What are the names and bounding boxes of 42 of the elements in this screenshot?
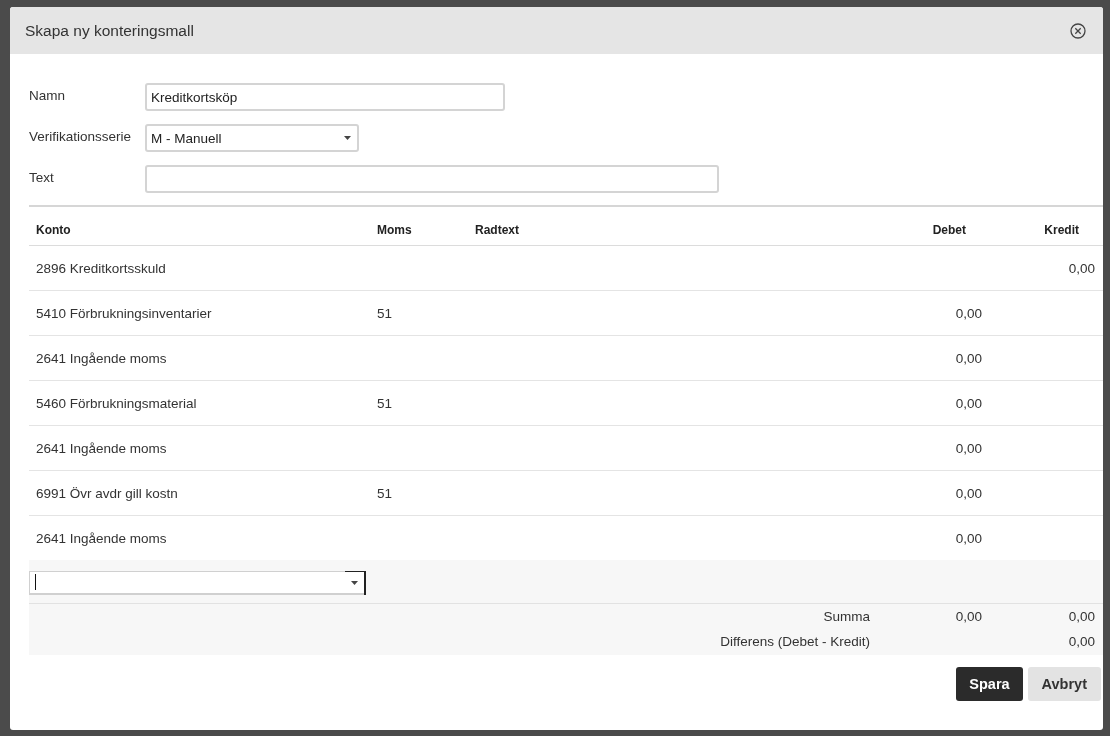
column-header: Kredit [1043,223,1080,237]
summary-label: Differens (Debet - Kredit) [719,634,871,649]
text-cursor-icon [35,574,36,590]
summary-value: 0,00 [954,609,983,624]
save-button[interactable]: Spara [956,667,1023,701]
table-cell-text: 2896 Kreditkortsskuld [35,260,167,276]
close-icon [1070,22,1086,39]
cancel-button[interactable]: Avbryt [1027,667,1101,701]
close-button[interactable] [1070,22,1086,39]
table-cell-text: 51 [376,395,394,411]
table-cell-text: 0,00 [954,440,983,456]
table-cell-text: 5410 Förbrukningsinventarier [35,305,213,321]
table-cell-text: 5460 Förbrukningsmaterial [35,395,198,411]
field-label: Text [29,169,55,185]
column-header: Debet [931,223,967,237]
table-cell-text: 2641 Ingående moms [35,350,168,366]
summary-label: Summa [822,609,871,624]
table-cell-text: 0,00 [954,305,983,321]
column-header: Radtext [474,223,520,237]
table-cell-text: 0,00 [954,350,983,366]
column-header: Moms [376,223,413,237]
table-cell-text: 0,00 [954,485,983,501]
table-cell-text: 6991 Övr avdr gill kostn [35,485,179,501]
table-cell-text: 2641 Ingående moms [35,530,168,546]
table-cell-text: 51 [376,305,394,321]
series-dropdown[interactable]: M - Manuell [145,124,359,152]
account-combobox[interactable] [29,570,366,595]
text-field[interactable]: Kreditkortsköp [145,83,505,111]
caret-icon [351,581,358,585]
field-label: Namn [29,87,66,103]
summary-value: 0,00 [1067,634,1096,649]
table-cell-text: 2641 Ingående moms [35,440,168,456]
column-header: Konto [35,223,72,237]
field-label: Verifikationsserie [29,128,133,144]
dialog-title: Skapa ny konteringsmall [25,21,194,40]
table-cell-text: 0,00 [1067,260,1096,276]
table-cell-text: 0,00 [954,530,983,546]
table-cell-text: 0,00 [954,395,983,411]
summary-value: 0,00 [1067,609,1096,624]
caret-icon [344,136,351,140]
text-field[interactable] [145,165,719,193]
table-cell-text: 51 [376,485,394,501]
